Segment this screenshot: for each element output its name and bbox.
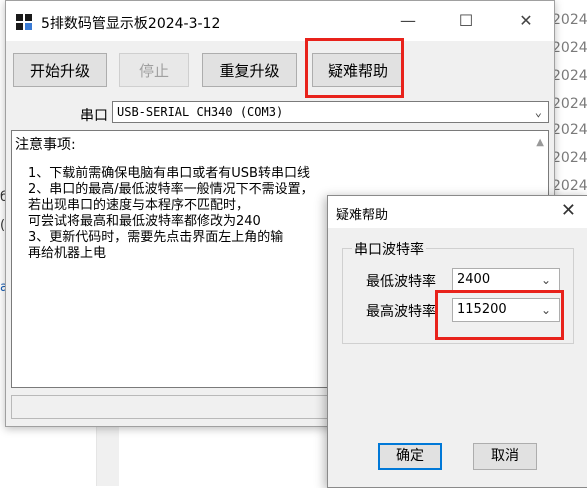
chevron-down-icon: ⌄ [540, 273, 551, 287]
help-button-highlight [305, 38, 404, 98]
ok-button[interactable]: 确定 [378, 443, 442, 470]
scroll-up-icon[interactable]: ▲ [536, 137, 544, 148]
port-label: 串口 [80, 108, 108, 124]
min-baud-value: 2400 [457, 272, 491, 287]
maximize-button[interactable]: ☐ [456, 11, 476, 31]
background-date: 2024 [552, 150, 587, 166]
minimize-button[interactable]: — [398, 11, 418, 31]
max-baud-highlight [435, 290, 564, 340]
port-select[interactable]: USB-SERIAL CH340 (COM3) ⌄ [112, 101, 549, 123]
cancel-button[interactable]: 取消 [473, 443, 537, 470]
background-date: 2024 [552, 122, 587, 138]
background-date: 2024 [552, 40, 587, 56]
chevron-down-icon: ⌄ [534, 105, 542, 119]
note-line: 再给机器上电 [28, 246, 107, 261]
app-grid-icon [16, 14, 32, 30]
min-baud-select[interactable]: 2400 ⌄ [452, 268, 560, 292]
dialog-title-bar[interactable]: 疑难帮助 ✕ [328, 196, 587, 228]
dialog-title: 疑难帮助 [336, 208, 389, 223]
note-line: 1、下载前需确保电脑有串口或者有USB转串口线 [28, 166, 310, 181]
note-line: 2、串口的最高/最低波特率一般情况下不需设置， [28, 182, 314, 197]
close-button[interactable]: ✕ [516, 11, 536, 31]
repeat-upgrade-button[interactable]: 重复升级 [202, 53, 297, 87]
baud-group-title: 串口波特率 [352, 239, 426, 259]
port-select-value: USB-SERIAL CH340 (COM3) [117, 105, 284, 119]
background-date: 2024 [552, 178, 587, 194]
notes-title: 注意事项: [15, 137, 76, 153]
note-line: 可尝试将最高和最低波特率都修改为240 [28, 214, 261, 229]
max-baud-label: 最高波特率 [366, 304, 436, 320]
stop-button[interactable]: 停止 [119, 53, 189, 87]
background-date: 2024 [552, 96, 587, 112]
min-baud-label: 最低波特率 [366, 274, 436, 290]
start-upgrade-button[interactable]: 开始升级 [13, 53, 107, 87]
note-line: 若出现串口的速度与本程序不匹配时， [28, 198, 250, 213]
help-dialog: 疑难帮助 ✕ 串口波特率 最低波特率 2400 ⌄ 最高波特率 115200 ⌄… [327, 195, 587, 488]
note-line: 3、更新代码时，需要先点击界面左上角的输 [28, 230, 284, 245]
window-title: 5排数码管显示板2024-3-12 [41, 16, 221, 32]
title-bar[interactable]: 5排数码管显示板2024-3-12 — ☐ ✕ [6, 1, 554, 41]
background-date: 2024 [552, 12, 587, 28]
dialog-close-icon[interactable]: ✕ [561, 200, 576, 221]
background-date: 2024 [552, 68, 587, 84]
